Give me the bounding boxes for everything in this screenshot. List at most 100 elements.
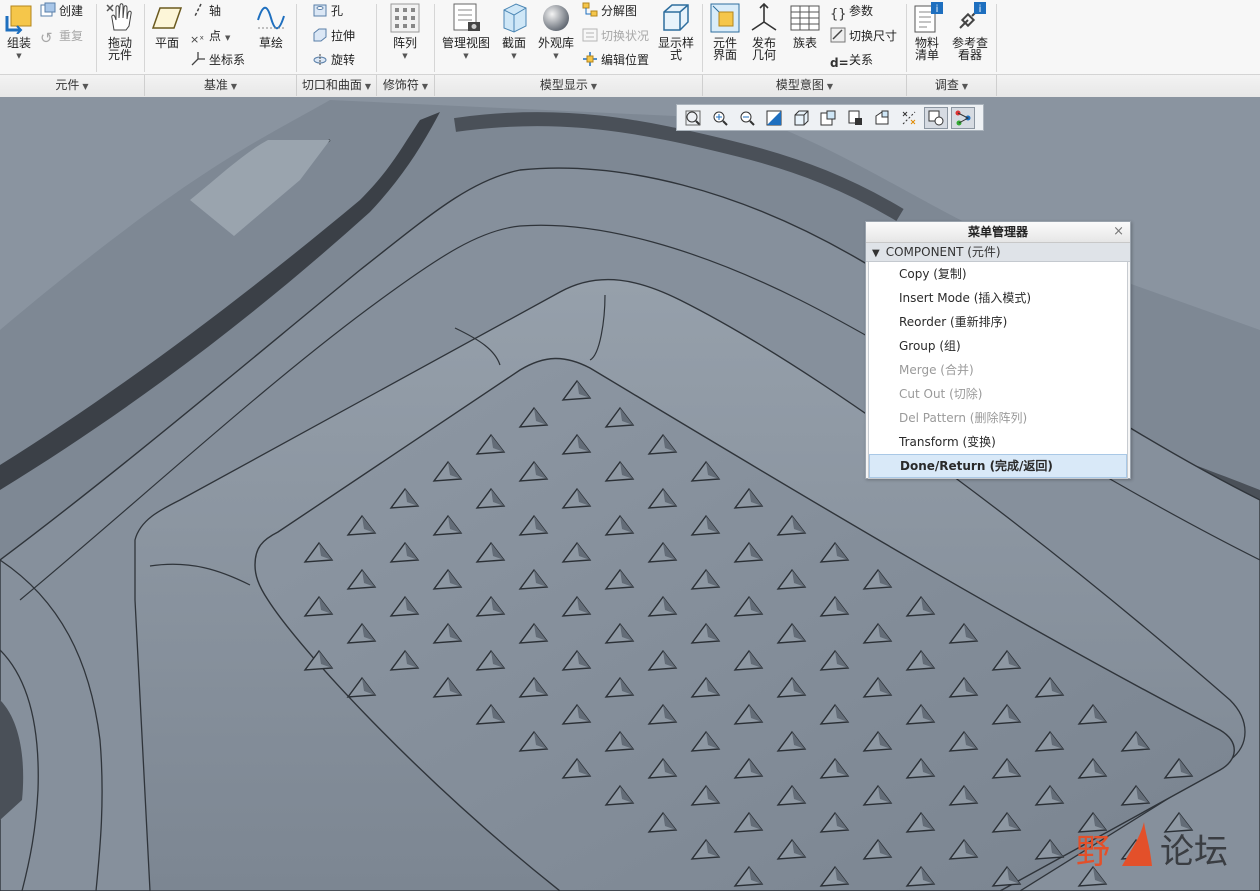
table-icon [790,5,820,31]
display-style-button[interactable]: 显示样 式 [654,2,698,61]
annotation-display-icon [928,110,944,125]
menu-item-cut-out: Cut Out (切除) [899,387,983,401]
pattern-icon [390,3,420,33]
repaint-button[interactable] [762,107,786,129]
sphere-icon [543,5,569,31]
model-geometry [0,97,1260,891]
plane-button[interactable]: 平面 [150,2,184,49]
bill-of-materials-button[interactable]: i 物料 清单 [910,2,944,61]
axis-button[interactable]: 轴 [190,1,221,21]
menu-manager: 菜单管理器 × ▼ COMPONENT (元件) Copy (复制) Insert… [865,221,1131,479]
exploded-view-icon [582,2,598,17]
svg-text:i: i [936,4,939,15]
revolve-icon [313,54,327,66]
display-style-view-button[interactable] [789,107,813,129]
datum-display-button[interactable] [897,107,921,129]
perspective-icon [875,110,889,124]
separator [906,4,907,72]
zoom-out-icon [740,111,755,126]
component-interface-button[interactable]: 元件 界面 [708,2,742,61]
publish-geometry-button[interactable]: 发布 几何 [746,2,782,61]
group-label-components[interactable]: 元件 ▼ [0,75,145,96]
hole-icon [313,4,327,17]
toggle-status-button[interactable]: 切换状况 [582,26,649,46]
datum-display-icon [902,111,916,124]
csys-icon [191,52,205,66]
sketch-button[interactable]: 草绘 [254,2,288,49]
extrude-button[interactable]: 拉伸 [312,26,355,46]
view-manager-button[interactable]: 管理视图 ▼ [440,2,492,62]
axis-icon [194,3,202,17]
menu-item-insert-mode[interactable]: Insert Mode (插入模式) [869,286,1127,310]
section-icon [503,3,527,33]
flame-icon [1122,822,1152,866]
edit-position-button[interactable]: 编辑位置 [582,50,649,70]
view-manager-view-button[interactable] [843,107,867,129]
ribbon: 组装 ▼ 创建 ↺ 重复 拖动 元件 平面 轴 ×ˣ 点 ▼ 坐标系 草绘 孔 … [0,0,1260,97]
create-icon [40,2,56,17]
pattern-button[interactable]: 阵列 ▼ [386,2,424,62]
chevron-down-icon: ▼ [826,82,834,91]
chevron-down-icon: ▼ [463,52,469,60]
chevron-down-icon: ▼ [225,34,231,42]
menu-item-done-return[interactable]: Done/Return (完成/返回) [869,454,1127,478]
assemble-button[interactable]: 组装 ▼ [2,2,36,62]
csys-button[interactable]: 坐标系 [190,50,245,70]
hole-button[interactable]: 孔 [312,1,343,21]
menu-item-group[interactable]: Group (组) [869,334,1127,358]
repeat-button[interactable]: ↺ 重复 [40,26,83,46]
point-button[interactable]: ×ˣ 点 ▼ [190,26,230,46]
separator [376,4,377,72]
menu-item-reorder[interactable]: Reorder (重新排序) [869,310,1127,334]
group-label-modifiers[interactable]: 修饰符 ▼ [377,75,435,96]
group-label-model-display[interactable]: 模型显示 ▼ [435,75,703,96]
parameters-button[interactable]: {} 参数 [830,1,873,22]
menu-item-list: Copy (复制) Insert Mode (插入模式) Reorder (重新… [868,262,1128,479]
perspective-button[interactable] [870,107,894,129]
separator [296,4,297,72]
reference-viewer-button[interactable]: i 参考查 看器 [948,2,992,61]
publish-geometry-icon [751,2,777,31]
watermark-char: 野 [1076,832,1110,872]
group-label-datum[interactable]: 基准 ▼ [145,75,297,96]
exploded-view-button[interactable]: 分解图 [582,1,637,21]
separator [144,4,145,72]
reference-viewer-icon: i [959,2,986,29]
cube-icon [663,4,689,31]
menu-item-copy[interactable]: Copy (复制) [869,262,1127,286]
separator [996,4,997,72]
revolve-button[interactable]: 旋转 [312,50,355,70]
drag-components-button[interactable]: 拖动 元件 [101,2,139,61]
refit-button[interactable] [681,107,705,129]
saved-orientations-button[interactable] [816,107,840,129]
saved-orientations-icon [820,110,836,125]
menu-manager-title[interactable]: 菜单管理器 × [866,222,1130,243]
family-table-button[interactable]: 族表 [788,2,822,49]
group-label-cuts-surfaces[interactable]: 切口和曲面 ▼ [297,75,377,96]
zoom-in-button[interactable] [708,107,732,129]
hand-icon [106,3,132,31]
menu-item-transform[interactable]: Transform (变换) [869,430,1127,454]
graphics-viewport[interactable] [0,97,1260,891]
relations-button[interactable]: d=关系 [830,50,873,70]
menu-section-header[interactable]: ▼ COMPONENT (元件) [866,243,1130,262]
close-icon[interactable]: × [1113,222,1124,242]
toggle-status-icon [582,28,598,42]
relations-icon: d= [830,56,849,70]
create-button[interactable]: 创建 [40,1,83,21]
separator [702,4,703,72]
chevron-down-icon: ▼ [590,82,598,91]
spin-center-button[interactable] [951,106,975,129]
annotation-display-button[interactable] [924,106,948,129]
switch-dimensions-button[interactable]: 切换尺寸 [830,26,897,46]
zoom-out-button[interactable] [735,107,759,129]
undo-icon: ↺ [40,29,53,47]
group-label-investigate[interactable]: 调查 ▼ [907,75,997,96]
chevron-down-icon: ▼ [402,52,408,60]
appearance-gallery-button[interactable]: 外观库 ▼ [536,2,576,62]
chevron-down-icon: ▼ [82,82,89,91]
menu-item-del-pattern: Del Pattern (删除阵列) [899,411,1028,425]
section-button[interactable]: 截面 ▼ [498,2,530,62]
group-label-model-intent[interactable]: 模型意图 ▼ [703,75,907,96]
chevron-down-icon: ▼ [230,82,238,91]
